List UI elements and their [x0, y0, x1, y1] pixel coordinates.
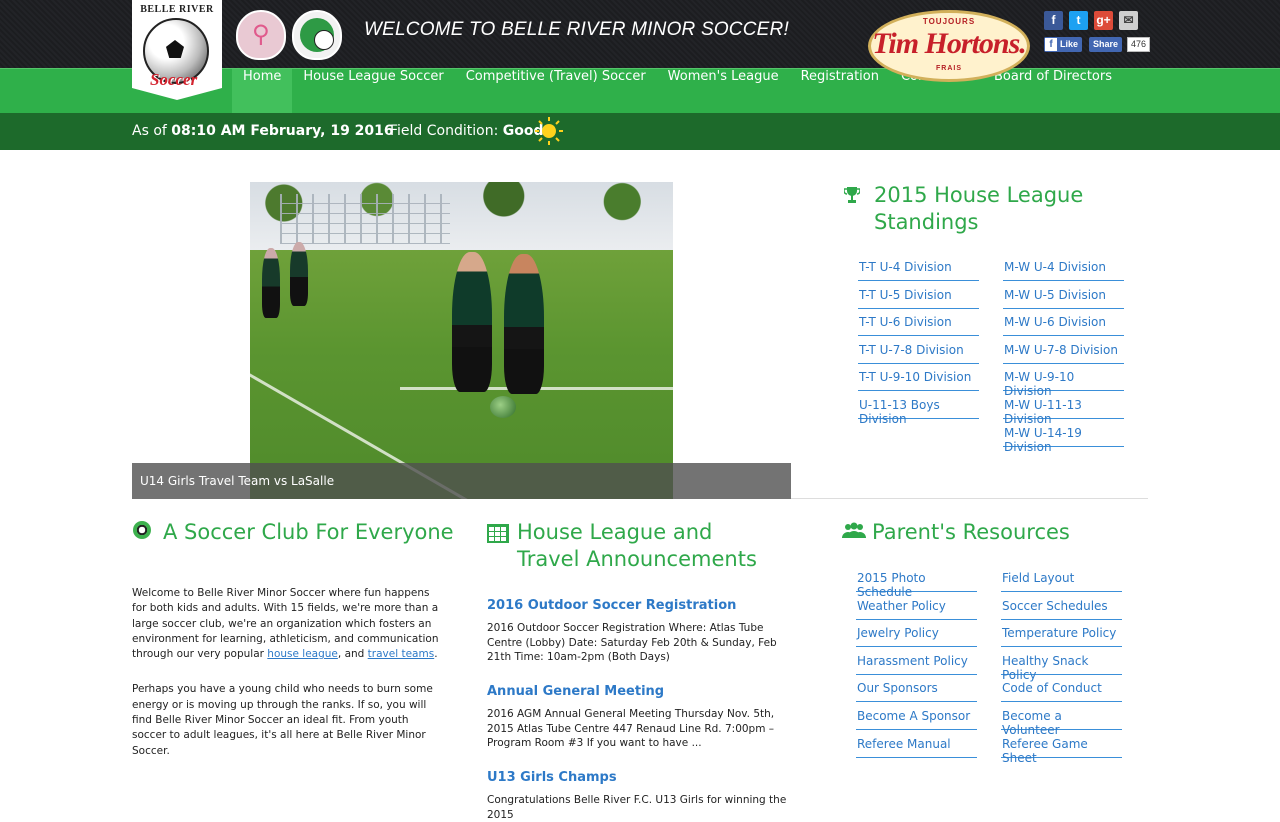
as-of-time: As of 08:10 AM February, 19 2016	[132, 123, 394, 139]
nav-board[interactable]: Board of Directors	[983, 69, 1123, 114]
resource-link[interactable]: Temperature Policy	[1001, 620, 1122, 648]
announcement-body: Congratulations Belle River F.C. U13 Gir…	[487, 794, 787, 821]
ribbon-icon: ⚲	[252, 20, 270, 48]
announcement-title[interactable]: U13 Girls Champs	[487, 770, 792, 785]
announcement-body: 2016 AGM Annual General Meeting Thursday…	[487, 708, 775, 750]
resource-link[interactable]: Soccer Schedules	[1001, 593, 1122, 620]
nav-house-league[interactable]: House League Soccer	[292, 69, 454, 114]
announcements-title: House League and Travel Announcements	[517, 520, 757, 571]
resource-link[interactable]: 2015 Photo Schedule	[856, 565, 977, 599]
standings-link[interactable]: U-11-13 Boys Division	[858, 392, 979, 426]
standings-link[interactable]: M-W U-5 Division	[1003, 282, 1124, 309]
nav-competitive[interactable]: Competitive (Travel) Soccer	[455, 69, 657, 114]
nav-registration[interactable]: Registration	[790, 69, 890, 114]
club-title: A Soccer Club For Everyone	[163, 520, 454, 544]
club-crest-badge[interactable]	[292, 10, 342, 60]
resource-link[interactable]: Our Sponsors	[856, 675, 977, 703]
announcement-body: 2016 Outdoor Soccer Registration Where: …	[487, 622, 777, 664]
standings-right-list: M-W U-4 Division M-W U-5 Division M-W U-…	[1003, 254, 1124, 454]
facebook-small-icon: f	[1045, 38, 1057, 51]
logo-script-text: Soccer	[150, 70, 198, 89]
sponsor-bottom-text: FRAIS	[936, 65, 962, 72]
sponsor-top-text: TOUJOURS	[922, 17, 976, 26]
soccer-ball-small-icon	[133, 521, 151, 539]
pink-ribbon-badge[interactable]: ⚲	[236, 10, 286, 60]
divider	[791, 498, 1148, 499]
resource-link[interactable]: Become A Sponsor	[856, 703, 977, 730]
travel-teams-link[interactable]: travel teams	[368, 648, 435, 660]
as-of-value: 08:10 AM February, 19 2016	[171, 123, 394, 139]
email-icon[interactable]: ✉	[1119, 11, 1138, 30]
nav-home[interactable]: Home	[232, 69, 293, 114]
sponsor-logo[interactable]: TOUJOURS Tim Hortons. FRAIS	[868, 10, 1030, 82]
resource-link[interactable]: Healthy Snack Policy	[1001, 648, 1122, 682]
field-condition-label: Field Condition:	[390, 123, 499, 139]
standings-link[interactable]: T-T U-7-8 Division	[858, 337, 979, 364]
field-condition: Field Condition: Good	[390, 123, 544, 139]
club-paragraph-1: Welcome to Belle River Minor Soccer wher…	[132, 587, 439, 661]
announcement-title[interactable]: 2016 Outdoor Soccer Registration	[487, 598, 792, 613]
club-description: Welcome to Belle River Minor Soccer wher…	[132, 586, 442, 779]
hero-photo[interactable]	[250, 182, 673, 499]
sun-icon	[535, 117, 563, 145]
hero-caption-text: U14 Girls Travel Team vs LaSalle	[140, 474, 335, 488]
facebook-icon[interactable]: f	[1044, 11, 1063, 30]
googleplus-icon[interactable]: g+	[1094, 11, 1113, 30]
standings-link[interactable]: M-W U-6 Division	[1003, 309, 1124, 337]
resource-link[interactable]: Become a Volunteer	[1001, 703, 1122, 737]
like-count: 476	[1127, 37, 1151, 52]
trophy-icon	[844, 187, 860, 203]
resources-left-list: 2015 Photo Schedule Weather Policy Jewel…	[856, 565, 977, 758]
standings-left-list: T-T U-4 Division T-T U-5 Division T-T U-…	[858, 254, 979, 426]
club-paragraph-2: Perhaps you have a young child who needs…	[132, 683, 433, 757]
resource-link[interactable]: Jewelry Policy	[856, 620, 977, 648]
facebook-like-button[interactable]: f Like	[1044, 37, 1083, 52]
standings-link[interactable]: T-T U-6 Division	[858, 309, 979, 337]
standings-link[interactable]: M-W U-7-8 Division	[1003, 337, 1124, 364]
welcome-banner: WELCOME TO BELLE RIVER MINOR SOCCER!	[364, 19, 789, 40]
calendar-icon	[487, 524, 509, 543]
site-header: BELLE RIVER Soccer ⚲ WELCOME TO BELLE RI…	[0, 0, 1280, 100]
standings-title: 2015 House League Standings	[874, 183, 1084, 234]
house-league-link[interactable]: house league	[267, 648, 338, 660]
facebook-share-button[interactable]: Share	[1089, 37, 1123, 52]
announcement-item: 2016 Outdoor Soccer Registration 2016 Ou…	[487, 598, 792, 665]
resource-link[interactable]: Field Layout	[1001, 565, 1122, 592]
as-of-label: As of	[132, 123, 167, 139]
resources-right-list: Field Layout Soccer Schedules Temperatur…	[1001, 565, 1122, 765]
people-icon	[842, 522, 866, 538]
standings-link[interactable]: T-T U-9-10 Division	[858, 364, 979, 392]
announcement-item: U13 Girls Champs Congratulations Belle R…	[487, 770, 792, 822]
logo-top-text: BELLE RIVER	[140, 4, 214, 15]
standings-link[interactable]: M-W U-9-10 Division	[1003, 364, 1124, 398]
resource-link[interactable]: Harassment Policy	[856, 648, 977, 675]
standings-link[interactable]: T-T U-5 Division	[858, 282, 979, 309]
hero-caption: U14 Girls Travel Team vs LaSalle	[132, 463, 791, 499]
crest-icon	[300, 18, 334, 52]
status-bar: As of 08:10 AM February, 19 2016 Field C…	[0, 113, 1280, 150]
announcement-item: Annual General Meeting 2016 AGM Annual G…	[487, 684, 792, 751]
standings-link[interactable]: T-T U-4 Division	[858, 254, 979, 281]
like-label: Like	[1060, 39, 1079, 49]
resources-title: Parent's Resources	[872, 520, 1070, 544]
club-logo[interactable]: BELLE RIVER Soccer	[132, 0, 222, 100]
announcement-title[interactable]: Annual General Meeting	[487, 684, 792, 699]
sponsor-name: Tim Hortons.	[872, 27, 1027, 60]
nav-womens-league[interactable]: Women's League	[657, 69, 790, 114]
resource-link[interactable]: Referee Manual	[856, 731, 977, 758]
twitter-icon[interactable]: t	[1069, 11, 1088, 30]
standings-link[interactable]: M-W U-4 Division	[1003, 254, 1124, 281]
